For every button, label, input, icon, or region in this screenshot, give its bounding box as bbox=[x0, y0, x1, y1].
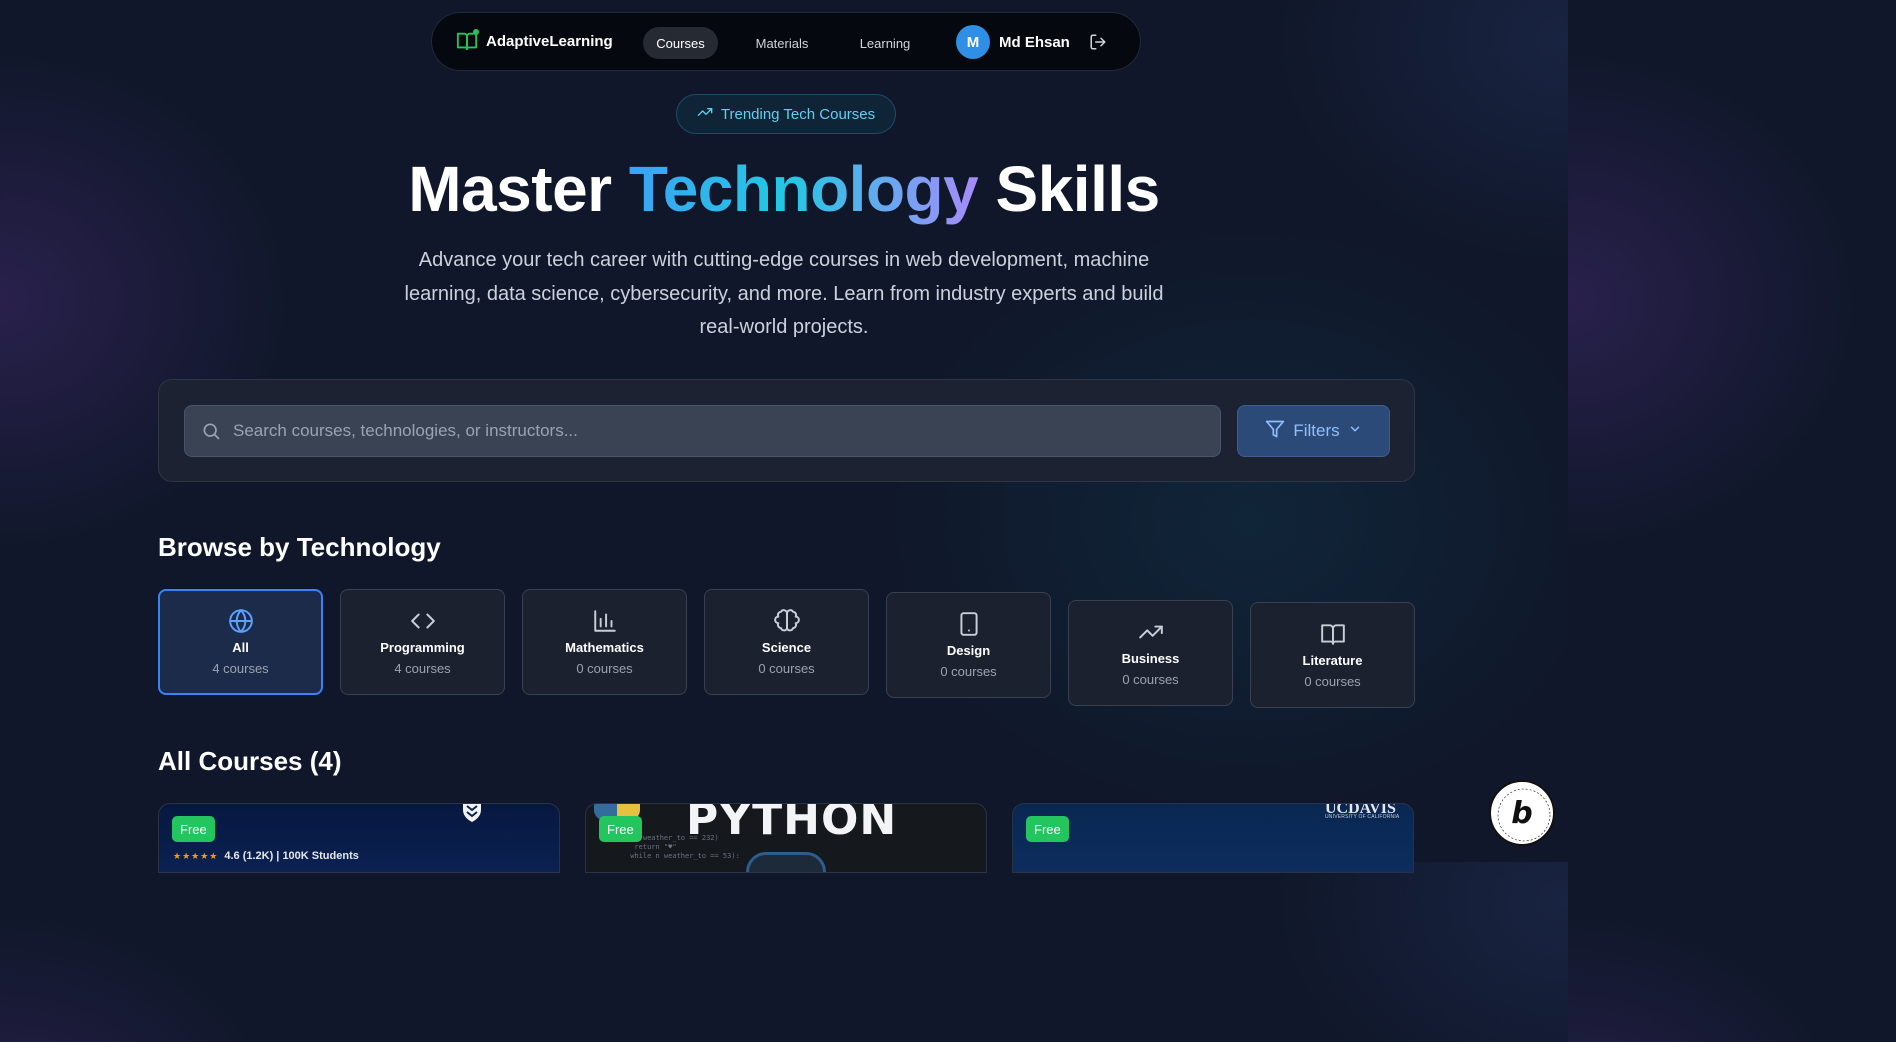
category-name: Design bbox=[946, 643, 991, 658]
category-programming[interactable]: Programming 4 courses bbox=[340, 589, 505, 695]
hero-subtitle: Advance your tech career with cutting-ed… bbox=[404, 249, 1164, 338]
nav-link-courses[interactable]: Courses bbox=[643, 27, 718, 59]
book-open-icon bbox=[1320, 621, 1346, 647]
book-open-icon bbox=[456, 29, 479, 52]
category-name: Business bbox=[1121, 651, 1180, 666]
free-badge: Free bbox=[599, 816, 642, 842]
category-business[interactable]: Business 0 courses bbox=[1068, 600, 1233, 706]
university-shield-icon bbox=[461, 804, 483, 822]
logout-icon[interactable] bbox=[1089, 33, 1107, 51]
category-literature[interactable]: Literature 0 courses bbox=[1250, 602, 1415, 708]
free-badge: Free bbox=[1026, 816, 1069, 842]
course-card[interactable]: # weather_to == 232) return "♥" while n … bbox=[585, 803, 987, 873]
brand-name: AdaptiveLearning bbox=[486, 32, 613, 50]
course-card[interactable]: Free ★★★★★ 4.6 (1.2K) | 100K Students bbox=[158, 803, 560, 873]
category-count: 0 courses bbox=[758, 661, 815, 676]
courses-title: All Courses (4) bbox=[158, 746, 342, 776]
category-count: 4 courses bbox=[212, 661, 269, 676]
category-name: Science bbox=[761, 640, 812, 655]
brain-icon bbox=[773, 608, 800, 634]
course-banner-text: PYTHON bbox=[686, 803, 898, 845]
python-logo-icon bbox=[746, 852, 826, 872]
globe-icon bbox=[228, 608, 254, 634]
brand-logo[interactable]: AdaptiveLearning bbox=[456, 29, 613, 52]
trending-up-icon bbox=[697, 104, 713, 124]
category-count: 0 courses bbox=[1122, 672, 1179, 687]
rating-stars: ★★★★★ bbox=[173, 850, 219, 861]
tablet-icon bbox=[956, 611, 982, 637]
top-navbar: AdaptiveLearning Courses Materials Learn… bbox=[431, 12, 1141, 71]
course-card[interactable]: UCDAVIS UNIVERSITY OF CALIFORNIA Free bbox=[1012, 803, 1414, 873]
category-name: Literature bbox=[1302, 653, 1363, 668]
bar-chart-icon bbox=[592, 608, 618, 634]
page-title: Master Technology Skills bbox=[0, 152, 1568, 226]
category-design[interactable]: Design 0 courses bbox=[886, 592, 1051, 698]
category-all[interactable]: All 4 courses bbox=[158, 589, 323, 695]
nav-link-materials[interactable]: Materials bbox=[743, 27, 821, 59]
nav-link-learning[interactable]: Learning bbox=[847, 27, 923, 59]
avatar[interactable]: M bbox=[956, 25, 990, 59]
bolt-ring-icon bbox=[1497, 788, 1551, 842]
chevron-down-icon bbox=[1348, 421, 1362, 441]
code-icon bbox=[410, 608, 436, 634]
filter-icon bbox=[1265, 419, 1285, 444]
title-end: Skills bbox=[978, 153, 1161, 225]
browse-title: Browse by Technology bbox=[158, 532, 441, 562]
category-count: 0 courses bbox=[576, 661, 633, 676]
bolt-badge[interactable]: b bbox=[1489, 780, 1555, 846]
search-input[interactable] bbox=[233, 406, 1220, 456]
course-rating: ★★★★★ 4.6 (1.2K) | 100K Students bbox=[173, 850, 359, 862]
university-logo-sub: UNIVERSITY OF CALIFORNIA bbox=[1325, 814, 1400, 820]
trending-badge-label: Trending Tech Courses bbox=[720, 105, 876, 123]
category-count: 4 courses bbox=[394, 661, 451, 676]
user-name: Md Ehsan bbox=[999, 33, 1070, 51]
search-box[interactable] bbox=[184, 405, 1221, 457]
user-menu[interactable]: M Md Ehsan bbox=[956, 25, 1070, 59]
search-panel: Filters bbox=[158, 379, 1415, 482]
category-name: All bbox=[232, 640, 249, 655]
category-science[interactable]: Science 0 courses bbox=[704, 589, 869, 695]
category-count: 0 courses bbox=[940, 664, 997, 679]
filters-label: Filters bbox=[1293, 421, 1340, 440]
trending-badge: Trending Tech Courses bbox=[676, 94, 896, 134]
rating-text: 4.6 (1.2K) | 100K Students bbox=[224, 850, 359, 862]
trending-up-icon bbox=[1138, 619, 1164, 645]
category-mathematics[interactable]: Mathematics 0 courses bbox=[522, 589, 687, 695]
title-start: Master bbox=[408, 153, 629, 225]
category-name: Programming bbox=[380, 640, 465, 655]
free-badge: Free bbox=[172, 816, 215, 842]
search-icon bbox=[201, 421, 221, 441]
category-count: 0 courses bbox=[1304, 674, 1361, 689]
filters-button[interactable]: Filters bbox=[1237, 405, 1390, 457]
category-name: Mathematics bbox=[565, 640, 644, 655]
title-highlight: Technology bbox=[628, 153, 979, 225]
